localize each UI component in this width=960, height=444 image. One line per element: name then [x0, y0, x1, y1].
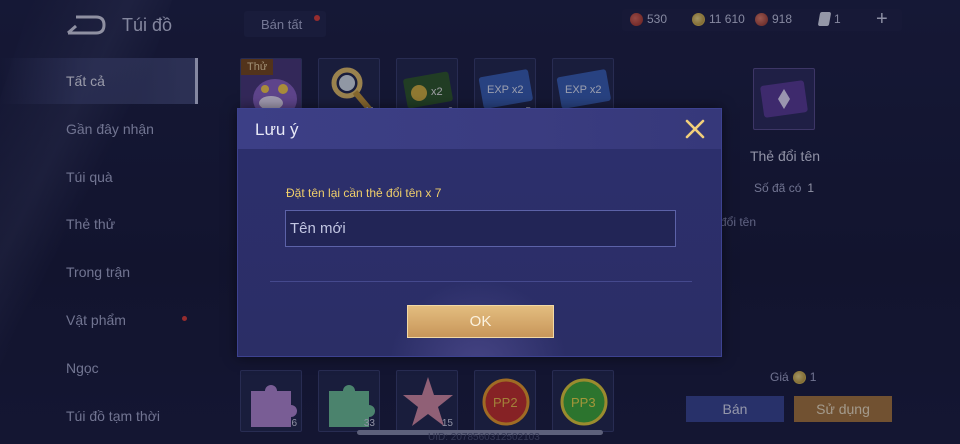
dialog-body: Đặt tên lại cần thẻ đổi tên x 7 OK: [238, 149, 721, 356]
ok-button[interactable]: OK: [407, 305, 554, 338]
dialog-title: Lưu ý: [255, 120, 299, 139]
notice-dialog: Lưu ý Đặt tên lại cần thẻ đổi tên x 7 OK: [237, 108, 722, 357]
dialog-header: Lưu ý: [238, 109, 721, 149]
close-icon[interactable]: [683, 117, 707, 141]
rename-requirement-message: Đặt tên lại cần thẻ đổi tên x 7: [286, 186, 442, 200]
new-name-input[interactable]: [285, 210, 676, 247]
divider: [270, 281, 692, 282]
inventory-screen: Túi đồ Bán tất 530 11 610 918 1 + Tất cả…: [0, 0, 960, 444]
